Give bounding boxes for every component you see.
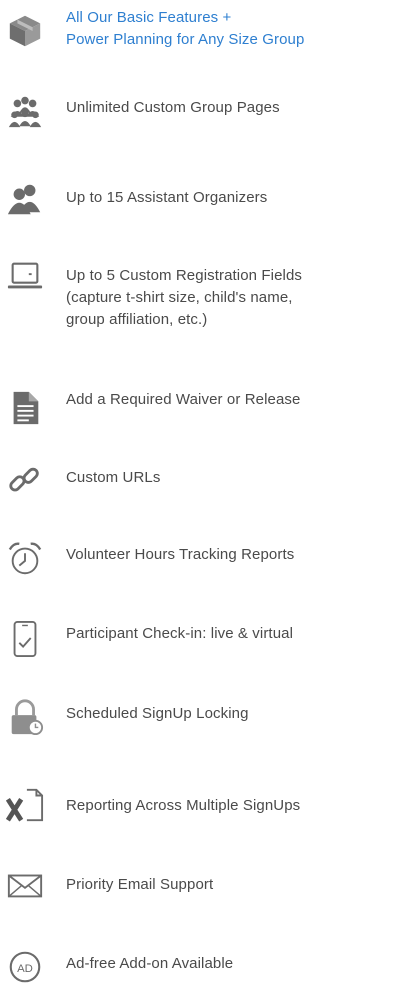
feature-label: Up to 15 Assistant Organizers <box>66 189 268 206</box>
feature-label: Volunteer Hours Tracking Reports <box>66 546 295 563</box>
alarm-clock-icon <box>8 542 42 575</box>
laptop-icon <box>7 262 43 289</box>
document-icon <box>13 391 39 425</box>
svg-text:AD: AD <box>17 963 33 975</box>
link-icon <box>9 467 39 492</box>
feature-label: Reporting Across Multiple SignUps <box>66 797 301 814</box>
feature-label: Priority Email Support <box>66 876 214 893</box>
phone-check-icon <box>13 620 37 658</box>
feature-label: Unlimited Custom Group Pages <box>66 99 280 116</box>
two-people-icon <box>7 184 41 215</box>
cube-icon <box>9 15 41 47</box>
feature-label: Ad-free Add-on Available <box>66 955 234 972</box>
ad-badge-icon: AD <box>9 951 41 983</box>
lock-clock-icon <box>11 699 44 736</box>
excel-icon <box>6 788 44 822</box>
envelope-icon <box>7 874 43 898</box>
feature-label: Up to 5 Custom Registration Fields (capt… <box>66 267 302 328</box>
feature-label: Scheduled SignUp Locking <box>66 705 249 722</box>
group-icon <box>8 96 42 128</box>
feature-label: All Our Basic Features + Power Planning … <box>66 9 305 48</box>
feature-label: Custom URLs <box>66 469 161 486</box>
feature-label: Participant Check-in: live & virtual <box>66 625 294 642</box>
feature-label: Add a Required Waiver or Release <box>66 391 301 408</box>
